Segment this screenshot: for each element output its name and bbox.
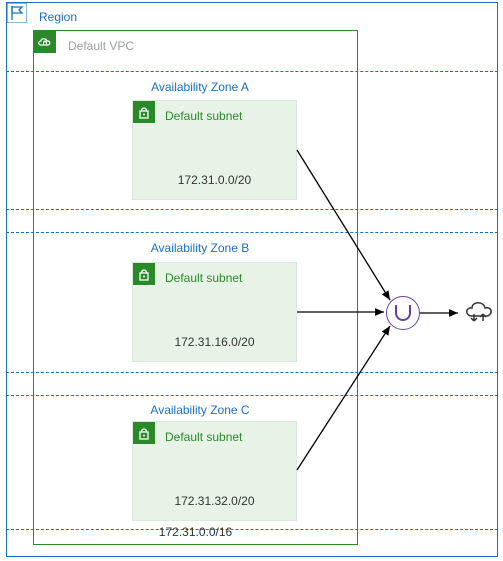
arrows-layer: [0, 0, 503, 561]
architecture-diagram: Region Default VPC Availability Zone A A…: [0, 0, 503, 561]
